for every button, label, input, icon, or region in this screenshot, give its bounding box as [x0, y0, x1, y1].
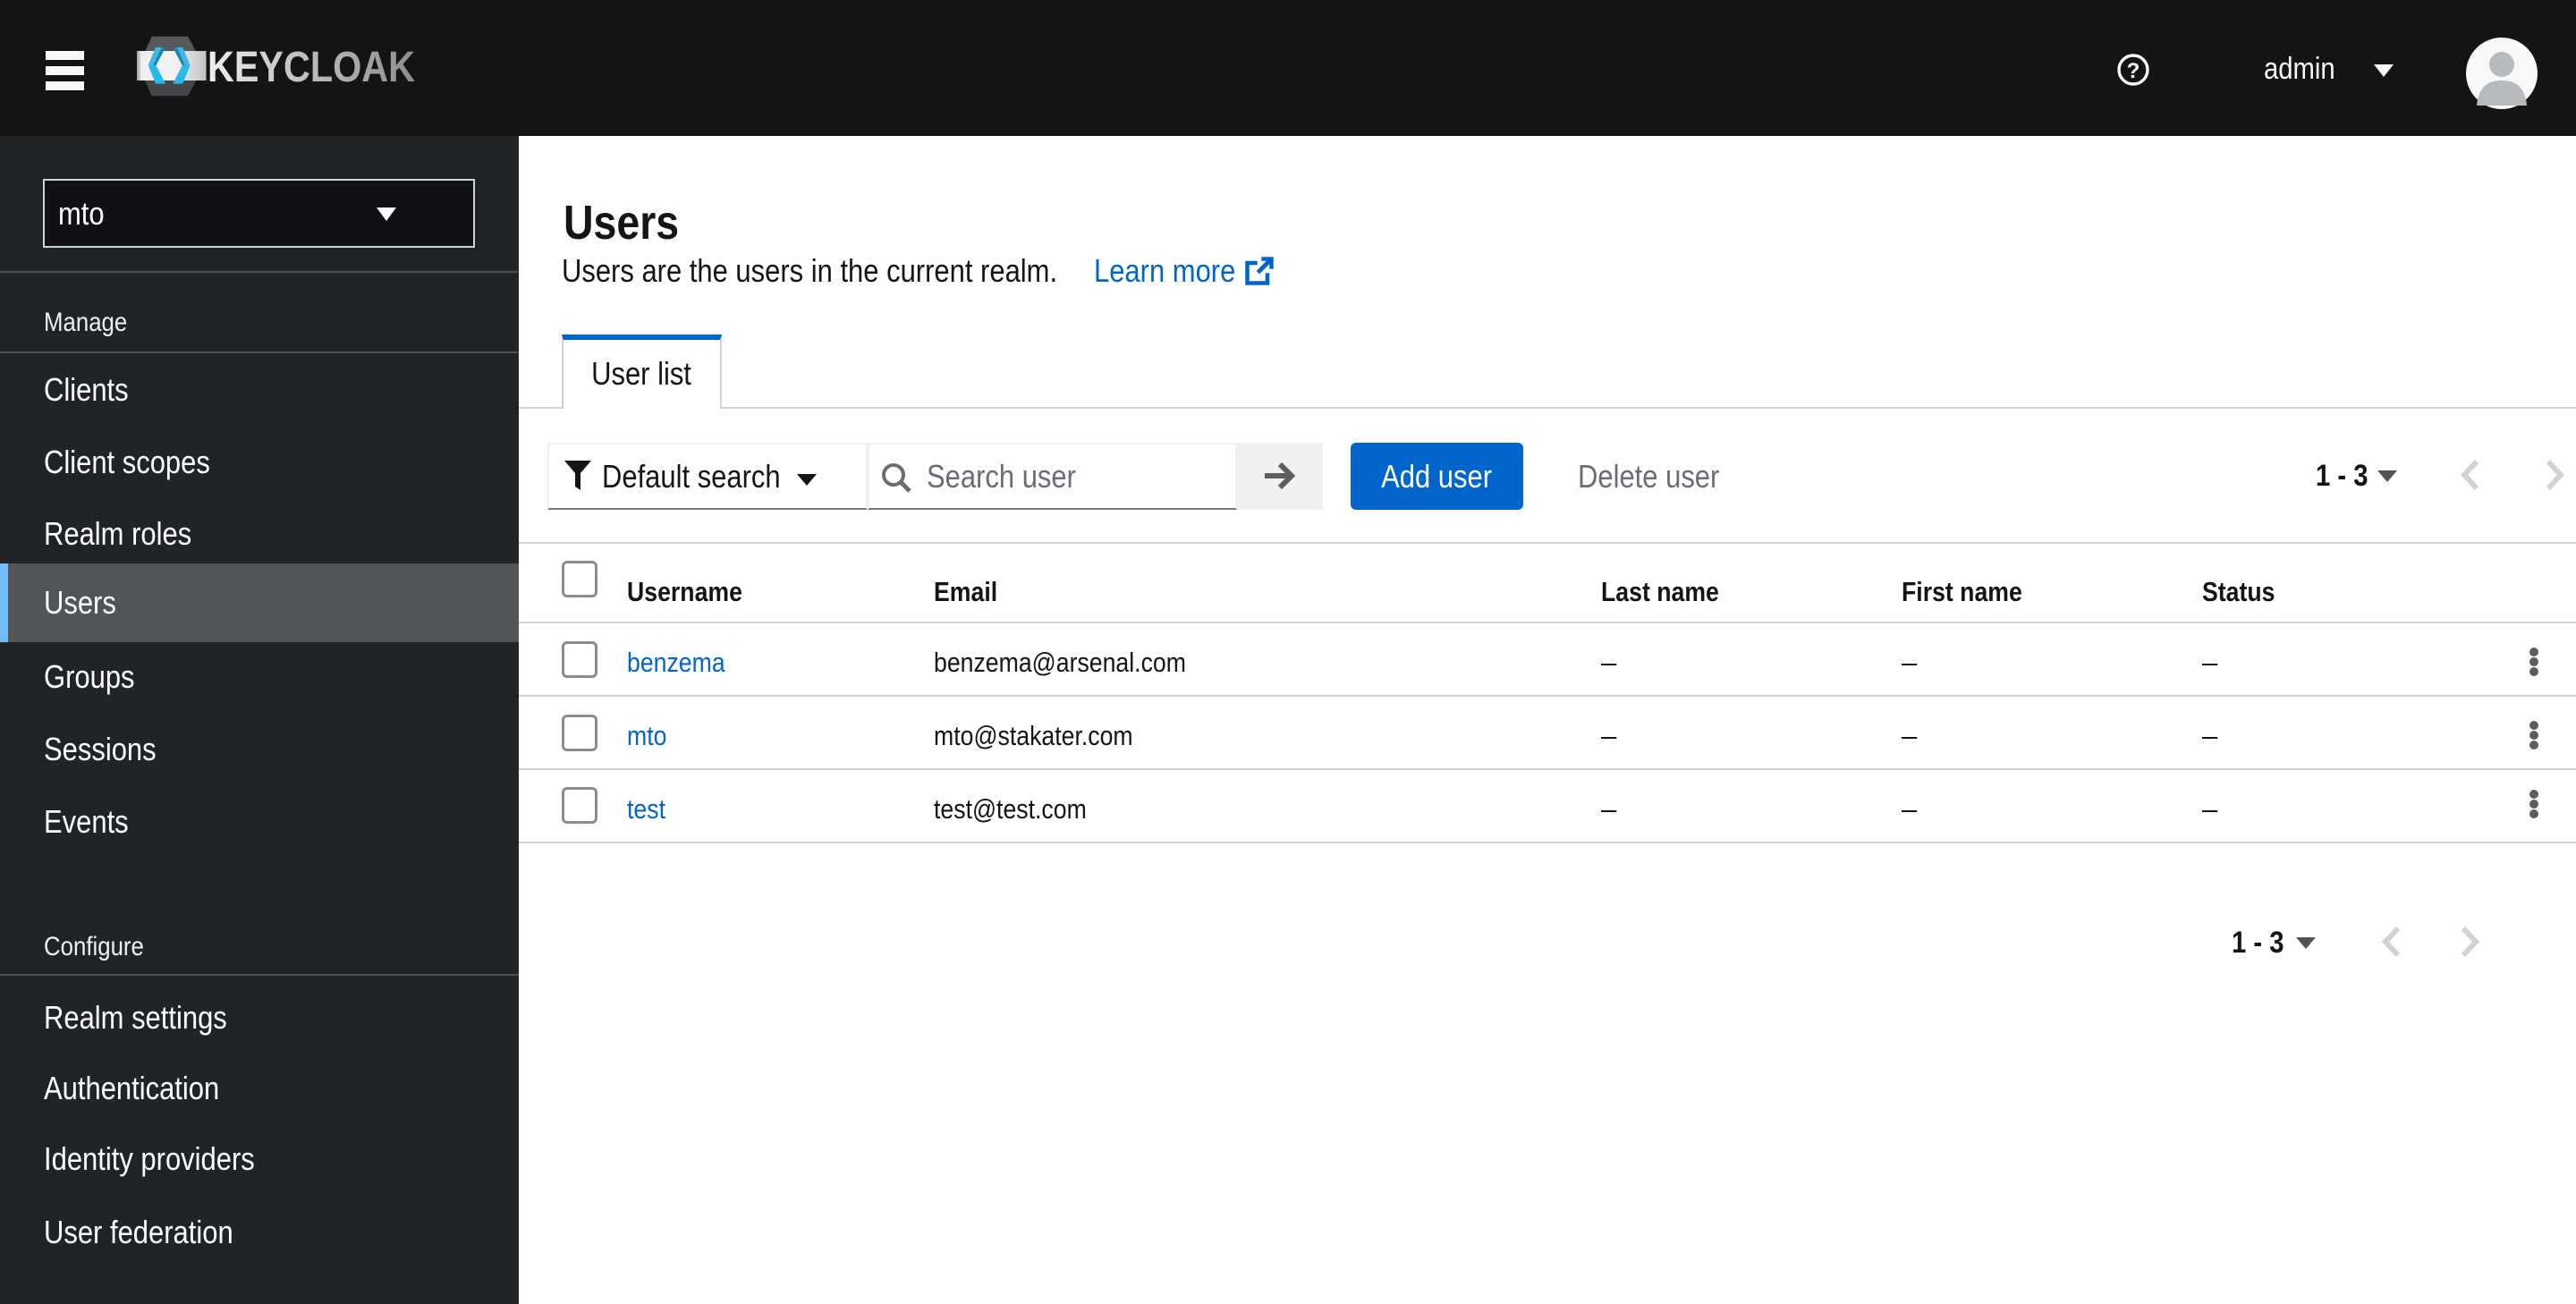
svg-text:?: ?: [2127, 59, 2140, 83]
svg-text:KEYCLOAK: KEYCLOAK: [208, 44, 415, 91]
